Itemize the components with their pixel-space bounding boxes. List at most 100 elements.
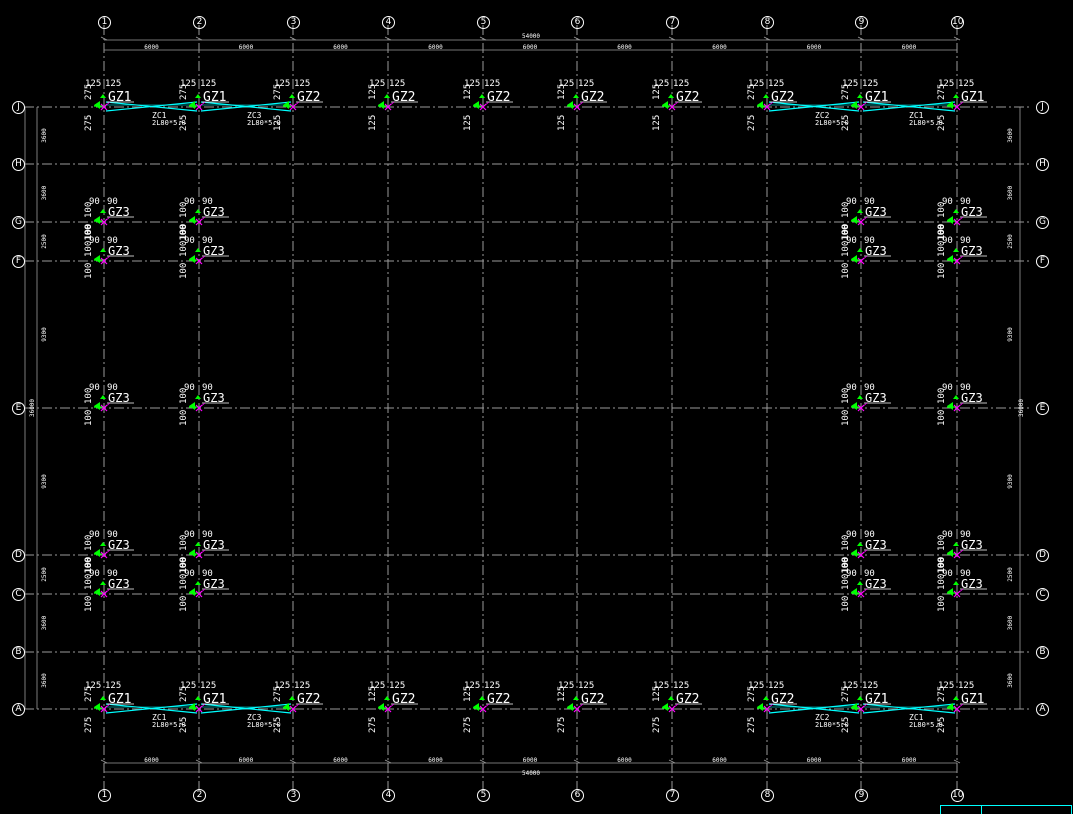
dim-bay-top: 6000 (902, 44, 917, 51)
grid-bubble-col-3-bottom: 3 (287, 789, 300, 802)
dim-90: 90 (960, 236, 971, 246)
column-label: GZ3 (865, 577, 887, 591)
anchor-bolt-icon (189, 402, 195, 410)
anchor-bolt-icon (378, 703, 384, 711)
grid-bubble-col-3-top: 3 (287, 16, 300, 29)
column-label: GZ3 (108, 205, 130, 219)
dim-vertical: 275 (652, 717, 662, 733)
anchor-bolt-icon (947, 588, 953, 596)
dim-left: 3600 (41, 128, 48, 143)
anchor-bolt-icon (195, 94, 201, 98)
anchor-bolt-icon (94, 101, 100, 109)
dim-vertical: 275 (937, 717, 947, 733)
column-label: GZ2 (771, 692, 794, 707)
dim-vertical: 100 (179, 388, 189, 404)
dim-tick (384, 759, 392, 764)
anchor-bolt-icon (953, 581, 959, 585)
grid-bubble-col-5-top: 5 (477, 16, 490, 29)
column-label: GZ1 (108, 90, 131, 105)
dim-125: 125 (484, 79, 500, 89)
dim-125: 125 (768, 79, 784, 89)
dim-bay-top: 6000 (333, 44, 348, 51)
dim-vertical: 275 (179, 84, 189, 100)
anchor-bolt-icon (384, 696, 390, 700)
dim-vertical: 100 (84, 202, 94, 218)
anchor-bolt-icon (851, 588, 857, 596)
dim-bay-bottom: 6000 (902, 757, 917, 764)
grid-bubble-row-E-left: E (12, 402, 25, 415)
dim-vertical: 100 (179, 202, 189, 218)
dim-vertical: 275 (937, 115, 947, 131)
annotation-texts: 54000 54000 6000 6000 6000 6000 6000 6000 6000 60… (29, 33, 1025, 777)
dim-125: 125 (578, 681, 594, 691)
dim-vertical: 100 (84, 596, 94, 612)
dim-125: 125 (105, 681, 121, 691)
column-label: GZ1 (108, 692, 131, 707)
anchor-bolt-icon (757, 101, 763, 109)
column-label: GZ1 (865, 692, 888, 707)
dim-right: 2500 (1007, 234, 1014, 249)
anchor-bolt-icon (953, 248, 959, 252)
dim-vertical: 125 (652, 84, 662, 100)
dim-left: 2500 (41, 234, 48, 249)
anchor-bolt-icon (953, 696, 959, 700)
column-label: GZ3 (961, 244, 983, 258)
dim-tick (953, 759, 961, 764)
dim-vertical: 275 (557, 717, 567, 733)
dim-125: 125 (578, 79, 594, 89)
anchor-bolt-icon (573, 696, 579, 700)
column-markers (94, 94, 987, 713)
column-label: GZ3 (865, 205, 887, 219)
dim-vertical: 100100 (841, 557, 851, 590)
column-label: GZ1 (203, 692, 226, 707)
grid-bubble-col-6-top: 6 (571, 16, 584, 29)
column-label: GZ2 (487, 90, 510, 105)
dim-vertical: 125 (368, 115, 378, 131)
dim-125: 125 (294, 79, 310, 89)
dim-vertical: 275 (84, 717, 94, 733)
anchor-bolt-icon (195, 696, 201, 700)
dim-tick (100, 759, 108, 764)
anchor-bolt-icon (947, 216, 953, 224)
dim-90: 90 (107, 569, 118, 579)
column-label: GZ3 (203, 538, 225, 552)
anchor-bolt-icon (473, 101, 479, 109)
grid-bubble-row-D-left: D (12, 549, 25, 562)
anchor-bolt-icon (94, 549, 100, 557)
dim-bay-bottom: 6000 (712, 757, 727, 764)
dim-vertical: 100 (841, 596, 851, 612)
dim-vertical: 275 (937, 84, 947, 100)
anchor-bolt-icon (195, 395, 201, 399)
dim-bay-bottom: 6000 (523, 757, 538, 764)
anchor-bolt-icon (857, 248, 863, 252)
anchor-bolt-icon (857, 395, 863, 399)
dim-90: 90 (864, 569, 875, 579)
column-label: GZ2 (487, 692, 510, 707)
column-label: GZ3 (865, 244, 887, 258)
dim-90: 90 (864, 236, 875, 246)
anchor-bolt-icon (857, 542, 863, 546)
dim-125: 125 (958, 79, 974, 89)
column-label: GZ3 (108, 538, 130, 552)
dim-vertical: 275 (273, 686, 283, 702)
dim-bay-top: 6000 (239, 44, 254, 51)
column-label: GZ3 (108, 244, 130, 258)
dim-left: 9300 (41, 327, 48, 342)
grid-bubble-col-1-top: 1 (98, 16, 111, 29)
grid-bubble-row-C-right: C (1036, 588, 1049, 601)
dim-vertical: 100 (84, 410, 94, 426)
grid-bubble-row-H-right: H (1036, 158, 1049, 171)
grid-lines (24, 25, 1032, 790)
grid-bubble-row-B-right: B (1036, 646, 1049, 659)
dim-90: 90 (960, 383, 971, 393)
grid-bubble-row-C-left: C (12, 588, 25, 601)
dim-125: 125 (200, 681, 216, 691)
column-label: GZ3 (961, 577, 983, 591)
anchor-bolt-icon (947, 402, 953, 410)
column-label: GZ3 (203, 391, 225, 405)
dim-125: 125 (862, 79, 878, 89)
anchor-bolt-icon (100, 696, 106, 700)
column-label: GZ3 (961, 538, 983, 552)
dim-90: 90 (960, 569, 971, 579)
dim-vertical: 100 (841, 410, 851, 426)
